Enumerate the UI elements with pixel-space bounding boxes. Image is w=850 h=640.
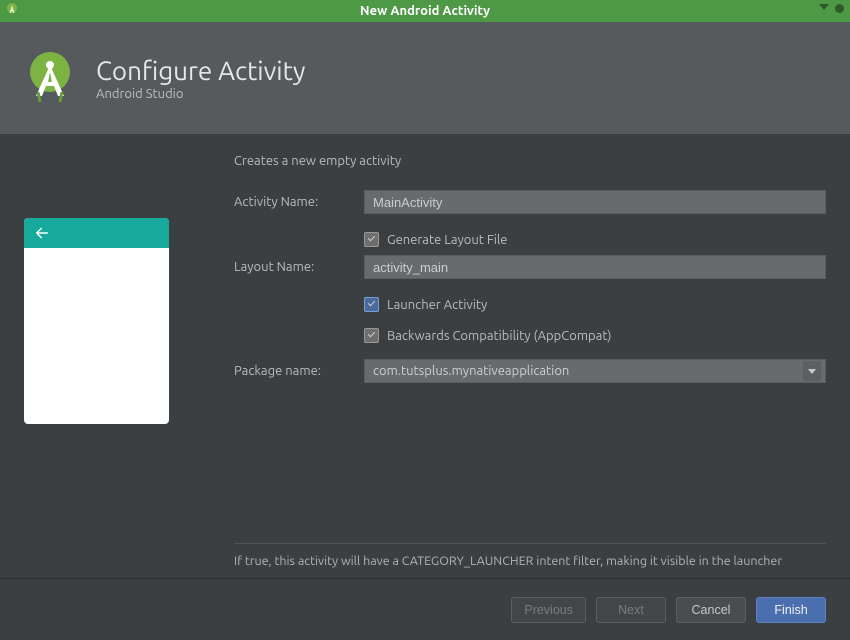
hint-text: If true, this activity will have a CATEG… [234,554,826,568]
hint-area: If true, this activity will have a CATEG… [234,543,826,568]
content-area: Creates a new empty activity Activity Na… [0,134,850,578]
check-icon: ✓ [368,330,376,341]
chevron-down-icon [803,361,821,381]
launcher-activity-checkbox[interactable]: ✓ [364,297,379,312]
back-arrow-icon [34,225,50,241]
titlebar-controls [819,4,844,13]
backwards-compat-label: Backwards Compatibility (AppCompat) [387,329,612,343]
activity-name-input[interactable] [364,190,826,214]
android-studio-icon [4,2,20,18]
generate-layout-label: Generate Layout File [387,233,507,247]
form-description: Creates a new empty activity [234,154,826,168]
check-icon: ✓ [368,234,376,245]
package-name-label: Package name: [234,364,364,378]
titlebar: New Android Activity [0,0,850,22]
cancel-button[interactable]: Cancel [676,597,746,623]
launcher-activity-label: Launcher Activity [387,298,487,312]
maximize-icon[interactable] [835,4,844,13]
window-title: New Android Activity [360,4,490,18]
generate-layout-checkbox[interactable]: ✓ [364,232,379,247]
layout-name-input[interactable] [364,255,826,279]
preview-appbar [24,218,169,248]
backwards-compat-checkbox[interactable]: ✓ [364,328,379,343]
finish-button[interactable]: Finish [756,597,826,623]
activity-name-label: Activity Name: [234,195,364,209]
check-icon: ✓ [368,299,376,310]
layout-name-label: Layout Name: [234,260,364,274]
preview-column [24,154,194,568]
minimize-icon[interactable] [819,4,829,10]
previous-button: Previous [511,597,586,623]
package-name-dropdown[interactable]: com.tutsplus.mynativeapplication [364,359,826,383]
page-subtitle: Android Studio [96,87,305,101]
package-name-value: com.tutsplus.mynativeapplication [373,364,569,378]
device-preview [24,218,169,424]
form-column: Creates a new empty activity Activity Na… [234,154,826,568]
page-title: Configure Activity [96,56,305,85]
next-button: Next [596,597,666,623]
android-studio-logo-icon [22,50,78,106]
banner: Configure Activity Android Studio [0,22,850,134]
footer: Previous Next Cancel Finish [0,578,850,640]
